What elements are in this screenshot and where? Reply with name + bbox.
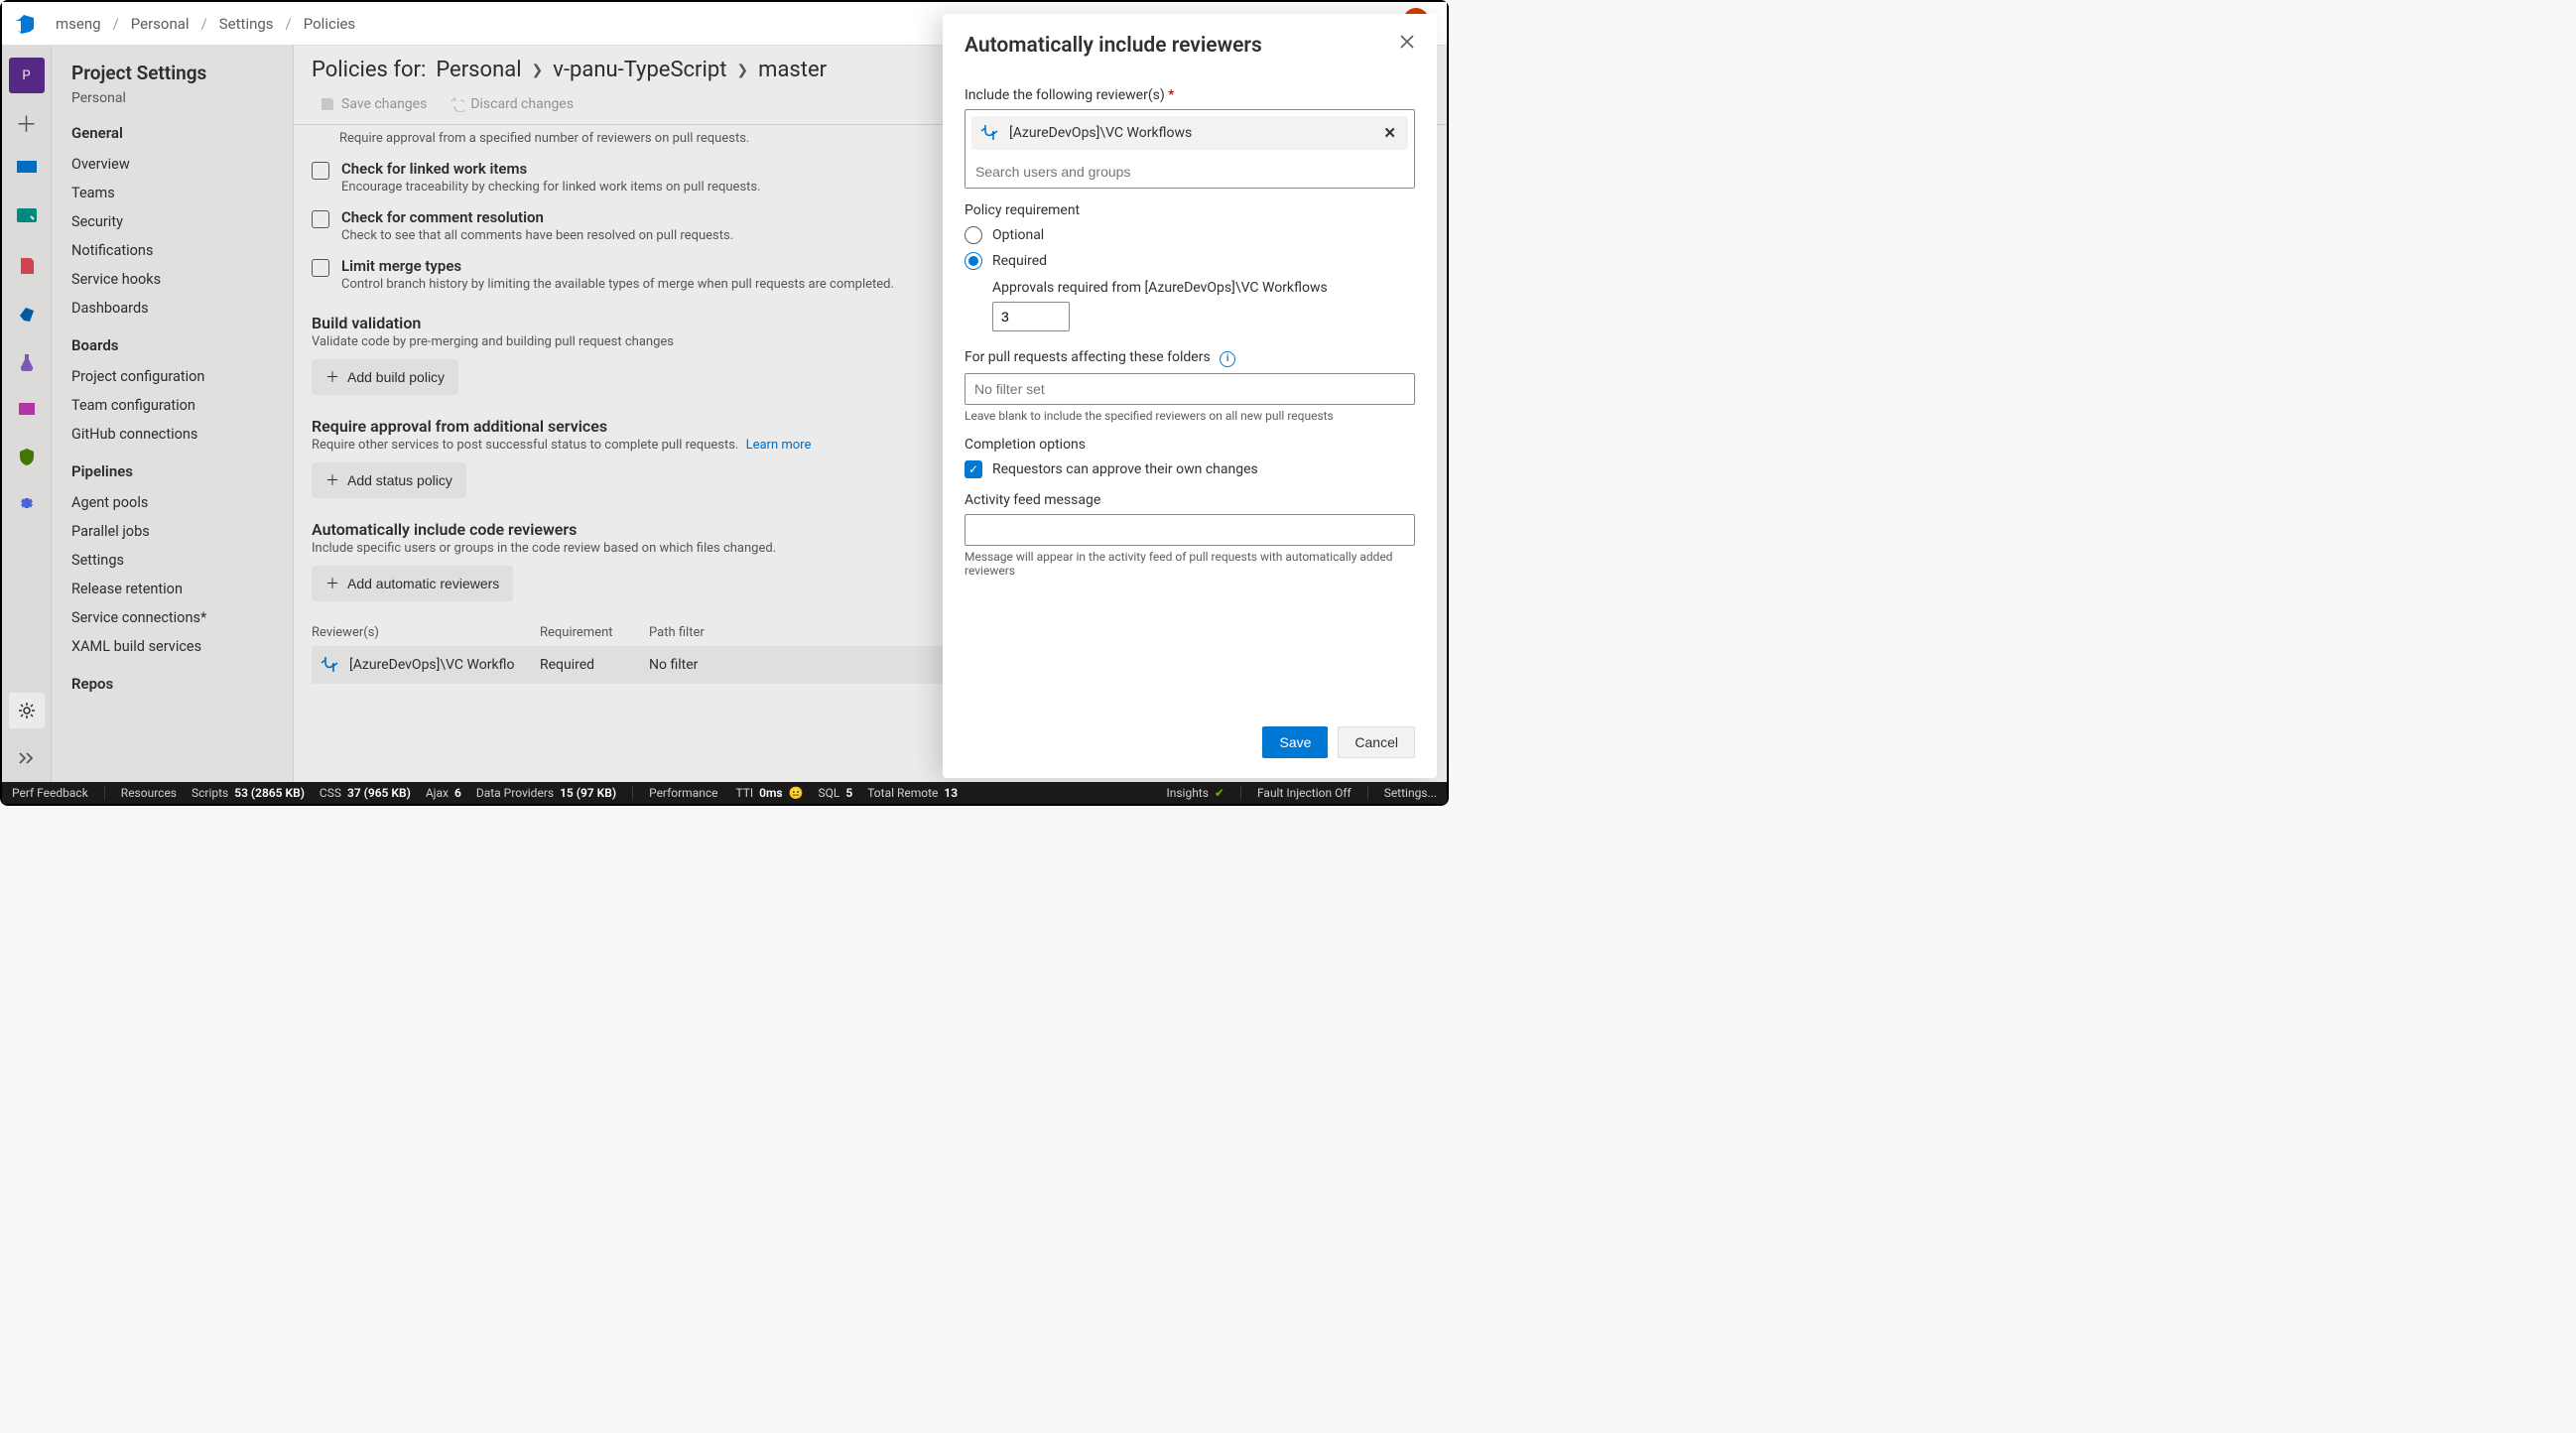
radio-required[interactable] bbox=[965, 252, 982, 270]
performance-group[interactable]: Performance TTI 0ms 😐 SQL 5 Total Remote… bbox=[649, 786, 958, 800]
activity-feed-input[interactable] bbox=[965, 514, 1415, 546]
reviewer-picker: [AzureDevOps]\VC Workflows ✕ bbox=[965, 109, 1415, 189]
breadcrumb-section[interactable]: Settings bbox=[219, 15, 274, 33]
panel-title: Automatically include reviewers bbox=[965, 34, 1262, 58]
status-bar: Perf Feedback Resources Scripts 53 (2865… bbox=[2, 782, 1447, 804]
include-reviewers-panel: Automatically include reviewers Include … bbox=[943, 14, 1437, 778]
insights-status[interactable]: Insights✔ bbox=[1166, 786, 1224, 800]
policy-requirement-label: Policy requirement bbox=[965, 202, 1415, 218]
breadcrumb-project[interactable]: Personal bbox=[131, 15, 190, 33]
approvals-count-input[interactable] bbox=[992, 302, 1070, 331]
checkbox-requestors-own[interactable]: ✓ bbox=[965, 460, 982, 478]
radio-optional[interactable] bbox=[965, 226, 982, 244]
resources-group[interactable]: Resources Scripts 53 (2865 KB) CSS 37 (9… bbox=[121, 786, 616, 800]
breadcrumb-page[interactable]: Policies bbox=[304, 15, 355, 33]
completion-options-label: Completion options bbox=[965, 437, 1415, 453]
folders-helper: Leave blank to include the specified rev… bbox=[965, 409, 1415, 423]
chip-remove-button[interactable]: ✕ bbox=[1379, 124, 1400, 142]
cancel-button[interactable]: Cancel bbox=[1338, 726, 1415, 758]
activity-feed-helper: Message will appear in the activity feed… bbox=[965, 550, 1415, 578]
activity-feed-label: Activity feed message bbox=[965, 492, 1415, 508]
breadcrumb-org[interactable]: mseng bbox=[56, 15, 101, 33]
breadcrumb: mseng / Personal / Settings / Policies bbox=[56, 15, 355, 33]
info-icon[interactable]: i bbox=[1220, 351, 1235, 367]
close-panel-button[interactable] bbox=[1399, 34, 1415, 50]
fault-injection-status[interactable]: Fault Injection Off bbox=[1257, 786, 1352, 800]
folders-label: For pull requests affecting these folder… bbox=[965, 349, 1415, 367]
requestors-own-label: Requestors can approve their own changes bbox=[992, 461, 1258, 477]
azure-devops-logo bbox=[14, 12, 38, 36]
save-button[interactable]: Save bbox=[1262, 726, 1328, 758]
radio-required-label: Required bbox=[992, 253, 1047, 269]
approvals-required-label: Approvals required from [AzureDevOps]\VC… bbox=[992, 280, 1415, 296]
reviewer-chip: [AzureDevOps]\VC Workflows ✕ bbox=[971, 116, 1408, 150]
chip-text: [AzureDevOps]\VC Workflows bbox=[1001, 125, 1379, 141]
settings-status[interactable]: Settings... bbox=[1384, 786, 1437, 800]
include-reviewers-label: Include the following reviewer(s) * bbox=[965, 87, 1415, 103]
radio-optional-label: Optional bbox=[992, 227, 1044, 243]
group-icon bbox=[979, 122, 1001, 144]
perf-feedback[interactable]: Perf Feedback bbox=[12, 786, 88, 800]
reviewer-search-input[interactable] bbox=[966, 156, 1414, 188]
folders-filter-input[interactable] bbox=[965, 373, 1415, 405]
close-icon bbox=[1399, 34, 1415, 50]
